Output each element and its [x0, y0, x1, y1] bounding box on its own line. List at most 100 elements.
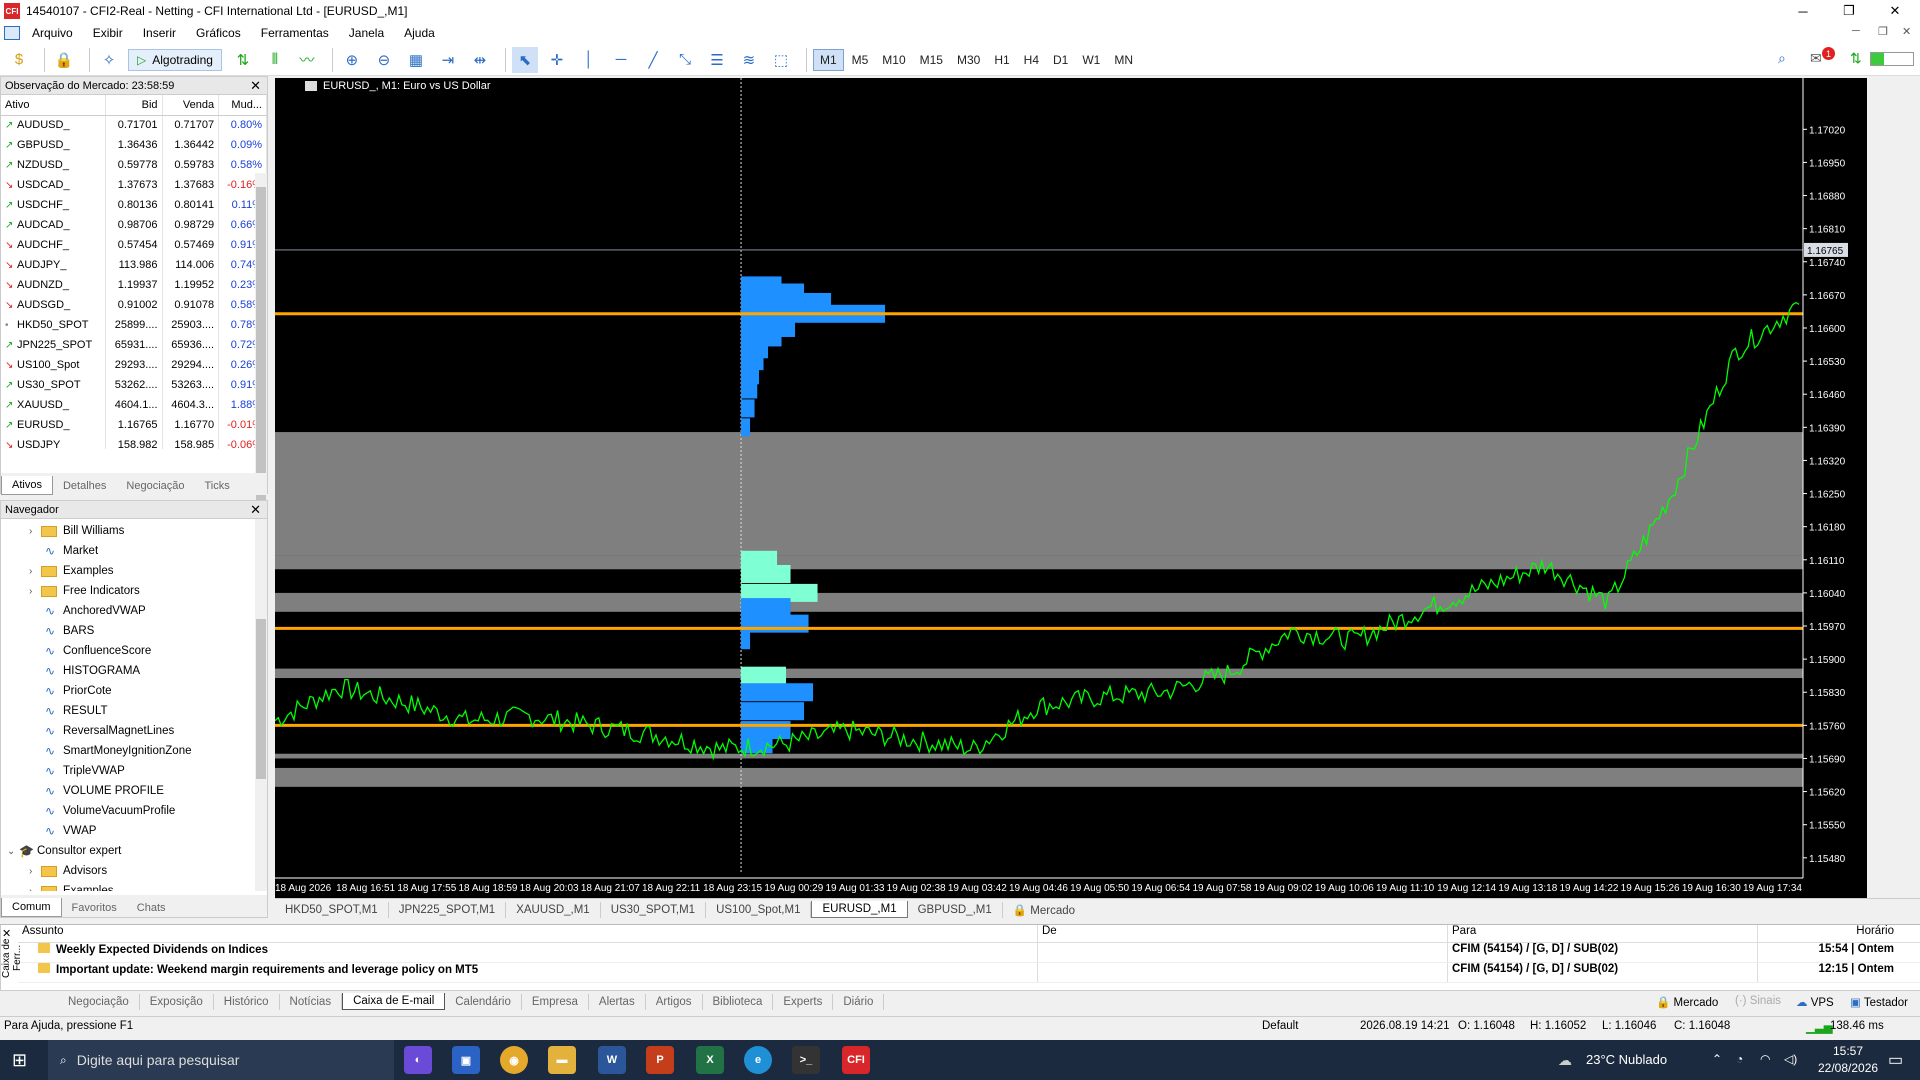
- store-icon[interactable]: ▣: [452, 1046, 480, 1074]
- market-row[interactable]: ↘ AUDJPY_ 113.986 114.006 0.74%: [1, 255, 267, 275]
- column-header[interactable]: Venda: [162, 95, 220, 116]
- menu-janela[interactable]: Janela: [339, 26, 394, 40]
- column-header[interactable]: Para: [1448, 925, 1758, 942]
- tab-detalhes[interactable]: Detalhes: [53, 477, 116, 495]
- timeframe-m1[interactable]: M1: [812, 48, 844, 71]
- menu-arquivo[interactable]: Arquivo: [22, 26, 83, 40]
- market-row[interactable]: ↗ AUDUSD_ 0.71701 0.71707 0.80%: [1, 115, 267, 135]
- tab-ticks[interactable]: Ticks: [194, 477, 239, 495]
- navigator-item[interactable]: ∿ ReversalMagnetLines: [1, 721, 267, 741]
- tab-caixa-de-email[interactable]: Caixa de E-mail: [342, 993, 446, 1010]
- close-icon[interactable]: ✕: [1872, 0, 1918, 22]
- market-row[interactable]: ↗ XAUUSD_ 4604.1... 4604.3... 1.88%: [1, 395, 267, 415]
- navigator-item[interactable]: ∿ RESULT: [1, 701, 267, 721]
- timeframe-d1[interactable]: D1: [1047, 50, 1074, 70]
- timeframe-m30[interactable]: M30: [951, 50, 986, 70]
- tab-historico[interactable]: Histórico: [214, 993, 280, 1010]
- taskbar-date[interactable]: 22/08/2026: [1818, 1061, 1878, 1075]
- minimize-icon[interactable]: ─: [1780, 0, 1826, 22]
- search-icon[interactable]: ⌕: [1778, 50, 1786, 67]
- rectangle-icon[interactable]: ⬚: [768, 47, 794, 73]
- tab-comum[interactable]: Comum: [1, 898, 62, 917]
- column-header[interactable]: De: [1038, 925, 1448, 942]
- navigator-item[interactable]: ∿ VOLUME PROFILE: [1, 781, 267, 801]
- timeframe-m10[interactable]: M10: [876, 50, 911, 70]
- notifications-icon[interactable]: ✉: [1810, 50, 1822, 67]
- scrollbar[interactable]: [255, 519, 267, 891]
- navigator-item[interactable]: ∿ Market: [1, 541, 267, 561]
- chart-tab[interactable]: US100_Spot,M1: [706, 901, 812, 918]
- timeframe-w1[interactable]: W1: [1076, 50, 1106, 70]
- bar-chart-icon[interactable]: ⇅: [230, 47, 256, 73]
- navigator-item[interactable]: ∿ TripleVWAP: [1, 761, 267, 781]
- timeframe-h1[interactable]: H1: [988, 50, 1015, 70]
- market-row[interactable]: ↗ GBPUSD_ 1.36436 1.36442 0.09%: [1, 135, 267, 155]
- market-tab[interactable]: 🔒 Mercado: [1003, 901, 1085, 919]
- close-icon[interactable]: ✕: [250, 78, 261, 94]
- navigator-item[interactable]: ∿ VolumeVacuumProfile: [1, 801, 267, 821]
- navigator-item[interactable]: ∿ AnchoredVWAP: [1, 601, 267, 621]
- zoom-in-icon[interactable]: ⊕: [339, 47, 365, 73]
- vps-button[interactable]: ☁ VPS: [1796, 995, 1834, 1009]
- navigator-item[interactable]: › Examples: [1, 881, 267, 891]
- line-chart-icon[interactable]: 〰: [294, 47, 320, 73]
- tab-calendario[interactable]: Calendário: [445, 993, 522, 1010]
- navigator-item[interactable]: ∿ BARS: [1, 621, 267, 641]
- navigator-item[interactable]: ∿ ConfluenceScore: [1, 641, 267, 661]
- mercado-button[interactable]: 🔒 Mercado: [1656, 995, 1718, 1009]
- tab-artigos[interactable]: Artigos: [646, 993, 703, 1010]
- lock-icon[interactable]: 🔒: [51, 47, 77, 73]
- maximize-icon[interactable]: ❐: [1826, 0, 1872, 22]
- mdi-restore-icon[interactable]: ❐: [1878, 25, 1888, 38]
- navigator-item[interactable]: ∿ PriorCote: [1, 681, 267, 701]
- price-chart[interactable]: 1.17020 1.16950 1.16880 1.16810 1.16740 1.166…: [274, 78, 1867, 898]
- volume-icon[interactable]: ◁): [1784, 1052, 1797, 1066]
- tab-empresa[interactable]: Empresa: [522, 993, 589, 1010]
- close-icon[interactable]: ✕: [2, 927, 11, 940]
- chart-tab[interactable]: JPN225_SPOT,M1: [389, 901, 507, 918]
- channel-icon[interactable]: ☰: [704, 47, 730, 73]
- menu-inserir[interactable]: Inserir: [133, 26, 186, 40]
- navigator-item[interactable]: › Bill Williams: [1, 521, 267, 541]
- grid-icon[interactable]: ▦: [403, 47, 429, 73]
- algotrading-button[interactable]: ▷ Algotrading: [128, 48, 222, 71]
- weather-text[interactable]: 23°C Nublado: [1586, 1052, 1667, 1067]
- chart-tab[interactable]: HKD50_SPOT,M1: [275, 901, 389, 918]
- navigator-item[interactable]: ∿ HISTOGRAMA: [1, 661, 267, 681]
- terminal-icon[interactable]: >_: [792, 1046, 820, 1074]
- tab-negociacao[interactable]: Negociação: [116, 477, 194, 495]
- testador-button[interactable]: ▣ Testador: [1850, 995, 1908, 1009]
- notification-center-icon[interactable]: ▭: [1888, 1050, 1903, 1070]
- tab-favoritos[interactable]: Favoritos: [62, 899, 127, 917]
- menu-exibir[interactable]: Exibir: [83, 26, 133, 40]
- market-row[interactable]: ↗ EURUSD_ 1.16765 1.16770 -0.01%: [1, 415, 267, 435]
- column-header[interactable]: Assunto: [18, 925, 1038, 942]
- crosshair-icon[interactable]: ✛: [544, 47, 570, 73]
- navigator-item[interactable]: › Free Indicators: [1, 581, 267, 601]
- mdi-minimize-icon[interactable]: ─: [1852, 25, 1860, 37]
- tab-exposicao[interactable]: Exposição: [140, 993, 214, 1010]
- menu-ajuda[interactable]: Ajuda: [394, 26, 445, 40]
- market-row[interactable]: ↘ USDCAD_ 1.37673 1.37683 -0.16%: [1, 175, 267, 195]
- column-header[interactable]: Horário: [1758, 925, 1900, 942]
- tray-chevron-icon[interactable]: ⌃: [1712, 1052, 1722, 1066]
- network-icon[interactable]: ◔: [1736, 1052, 1743, 1066]
- chart-tab[interactable]: US30_SPOT,M1: [601, 901, 707, 918]
- taskbar-time[interactable]: 15:57: [1818, 1044, 1878, 1058]
- market-row[interactable]: ↘ USDJPY_ 158.982 158.985 -0.06%: [1, 435, 267, 449]
- copilot-icon[interactable]: ◐: [404, 1046, 432, 1074]
- candle-chart-icon[interactable]: ⫴: [262, 47, 288, 73]
- new-order-icon[interactable]: $: [6, 47, 32, 73]
- market-row[interactable]: ↗ NZDUSD_ 0.59778 0.59783 0.58%: [1, 155, 267, 175]
- powerpoint-icon[interactable]: P: [646, 1046, 674, 1074]
- timeframe-m15[interactable]: M15: [914, 50, 949, 70]
- autoscroll-icon[interactable]: ⇥: [435, 47, 461, 73]
- market-row[interactable]: ↗ JPN225_SPOT 65931.... 65936.... 0.72%: [1, 335, 267, 355]
- edge-icon[interactable]: e: [744, 1046, 772, 1074]
- fibonacci-icon[interactable]: ≋: [736, 47, 762, 73]
- navigator-item[interactable]: › Advisors: [1, 861, 267, 881]
- chart-tab[interactable]: XAUUSD_,M1: [506, 901, 601, 918]
- horizontal-line-icon[interactable]: ─: [608, 47, 634, 73]
- wifi-icon[interactable]: ◠: [1760, 1052, 1770, 1066]
- taskbar-search[interactable]: ⌕ Digite aqui para pesquisar: [48, 1040, 394, 1080]
